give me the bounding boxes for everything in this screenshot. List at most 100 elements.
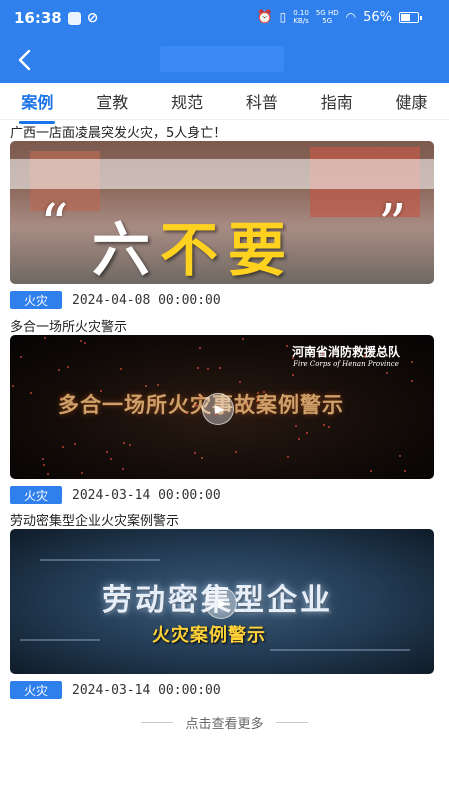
spark-particle: [298, 438, 300, 440]
tab-science[interactable]: 科普: [242, 83, 282, 119]
item-title[interactable]: 劳动密集型企业火灾案例警示: [10, 510, 434, 529]
category-tag[interactable]: 火灾: [10, 681, 62, 699]
list-item[interactable]: 多合一场所火灾警示 河南省消防救援总队 Fire Corps of Henan …: [10, 316, 434, 504]
video-thumbnail[interactable]: 河南省消防救援总队 Fire Corps of Henan Province 多…: [10, 335, 434, 479]
thumb-headline: 多合一场所火灾事故案例警示: [58, 393, 344, 417]
spark-particle: [44, 337, 46, 339]
signal-bottom: 5G: [322, 17, 333, 25]
back-button[interactable]: [8, 44, 40, 76]
spark-particle: [399, 455, 401, 457]
spark-particle: [110, 458, 112, 460]
org-name-en: Fire Corps of Henan Province: [293, 360, 399, 368]
spark-particle: [287, 456, 289, 458]
quote-close: ”: [378, 193, 407, 258]
spark-particle: [215, 413, 217, 415]
divider-left: [141, 722, 174, 723]
spark-particle: [306, 432, 308, 434]
bg-streak: [270, 649, 410, 651]
bg-streak: [20, 639, 100, 641]
spark-particle: [12, 385, 14, 387]
spark-particle: [295, 425, 297, 427]
bg-banner: [10, 159, 434, 189]
net-speed: 0.10 KB/s: [293, 9, 309, 25]
spark-particle: [106, 451, 108, 453]
spark-particle: [81, 472, 83, 474]
signal-top: 5G HD: [315, 9, 339, 17]
battery-fill: [401, 13, 410, 21]
item-thumbnail[interactable]: “ 六不要 ”: [10, 141, 434, 284]
item-title[interactable]: 广西一店面凌晨突发火灾，5人身亡！: [10, 122, 434, 141]
spark-particle: [129, 444, 131, 446]
category-tag[interactable]: 火灾: [10, 486, 62, 504]
spark-particle: [263, 391, 265, 393]
item-title[interactable]: 多合一场所火灾警示: [10, 316, 434, 335]
tab-regulations[interactable]: 规范: [167, 83, 207, 119]
org-name-cn: 河南省消防救援总队: [291, 345, 400, 359]
spark-particle: [364, 355, 366, 357]
spark-particle: [80, 340, 82, 342]
divider-right: [275, 722, 308, 723]
spark-particle: [60, 397, 62, 399]
page-title-placeholder: [160, 46, 284, 72]
spark-particle: [256, 396, 258, 398]
load-more[interactable]: 点击查看更多: [0, 713, 449, 732]
bg-streak: [40, 559, 160, 561]
play-button-icon[interactable]: ▶: [205, 587, 237, 619]
nav-bar: [0, 37, 449, 83]
spark-particle: [199, 347, 201, 349]
battery-percent: 56%: [363, 9, 392, 25]
spark-particle: [123, 442, 125, 444]
net-speed-unit: KB/s: [293, 17, 309, 25]
spark-particle: [235, 451, 237, 453]
spark-particle: [323, 424, 325, 426]
category-tabs: 案例 宣教 规范 科普 指南 健康: [0, 83, 449, 124]
list-item[interactable]: 广西一店面凌晨突发火灾，5人身亡！ “ 六不要 ” 火灾 2024-04-08 …: [10, 122, 434, 309]
spark-particle: [322, 353, 324, 355]
vibrate-icon: ▯: [279, 10, 287, 24]
thumb-word-white: 六: [92, 216, 161, 284]
spark-particle: [411, 380, 413, 382]
spark-particle: [256, 400, 258, 402]
thumb-org: 河南省消防救援总队 Fire Corps of Henan Province: [292, 343, 400, 368]
status-bar: 16:38 ⊘ ⏰ ▯ 0.10 KB/s 5G HD 5G ◠ 56%: [0, 0, 449, 37]
link-icon: ⊘: [86, 10, 99, 26]
category-tag[interactable]: 火灾: [10, 291, 62, 309]
spark-particle: [201, 457, 203, 459]
tab-health[interactable]: 健康: [392, 83, 432, 119]
tab-cases[interactable]: 案例: [17, 83, 57, 124]
spark-particle: [196, 405, 198, 407]
chevron-left-icon: [18, 49, 31, 71]
spark-particle: [194, 404, 196, 406]
spark-particle: [62, 446, 64, 448]
spark-particle: [30, 392, 32, 394]
spark-particle: [67, 366, 69, 368]
spark-particle: [292, 357, 294, 359]
spark-particle: [194, 452, 196, 454]
tab-guide[interactable]: 指南: [317, 83, 357, 119]
tab-education[interactable]: 宣教: [92, 83, 132, 119]
spark-particle: [245, 403, 247, 405]
signal-label: 5G HD 5G: [316, 9, 339, 25]
item-meta: 火灾 2024-04-08 00:00:00: [10, 291, 434, 309]
spark-particle: [186, 412, 188, 414]
spark-particle: [42, 458, 44, 460]
list-item[interactable]: 劳动密集型企业火灾案例警示 劳动密集型企业 火灾案例警示 ▶ 火灾 2024-0…: [10, 510, 434, 699]
item-meta: 火灾 2024-03-14 00:00:00: [10, 681, 434, 699]
app-notification-icon: [67, 11, 81, 25]
spark-particle: [145, 385, 147, 387]
play-button-icon[interactable]: ▶: [202, 393, 234, 425]
status-right: ⏰ ▯ 0.10 KB/s 5G HD 5G ◠ 56%: [256, 9, 422, 25]
spark-particle: [157, 384, 159, 386]
battery-icon: [399, 11, 422, 23]
load-more-label[interactable]: 点击查看更多: [185, 713, 263, 732]
spark-particle: [286, 345, 288, 347]
video-thumbnail[interactable]: 劳动密集型企业 火灾案例警示 ▶: [10, 529, 434, 674]
spark-particle: [58, 369, 60, 371]
spark-particle: [404, 470, 406, 472]
spark-particle: [100, 390, 102, 392]
item-meta: 火灾 2024-03-14 00:00:00: [10, 486, 434, 504]
spark-particle: [242, 338, 244, 340]
spark-particle: [370, 470, 372, 472]
spark-particle: [197, 367, 199, 369]
spark-particle: [47, 473, 49, 475]
